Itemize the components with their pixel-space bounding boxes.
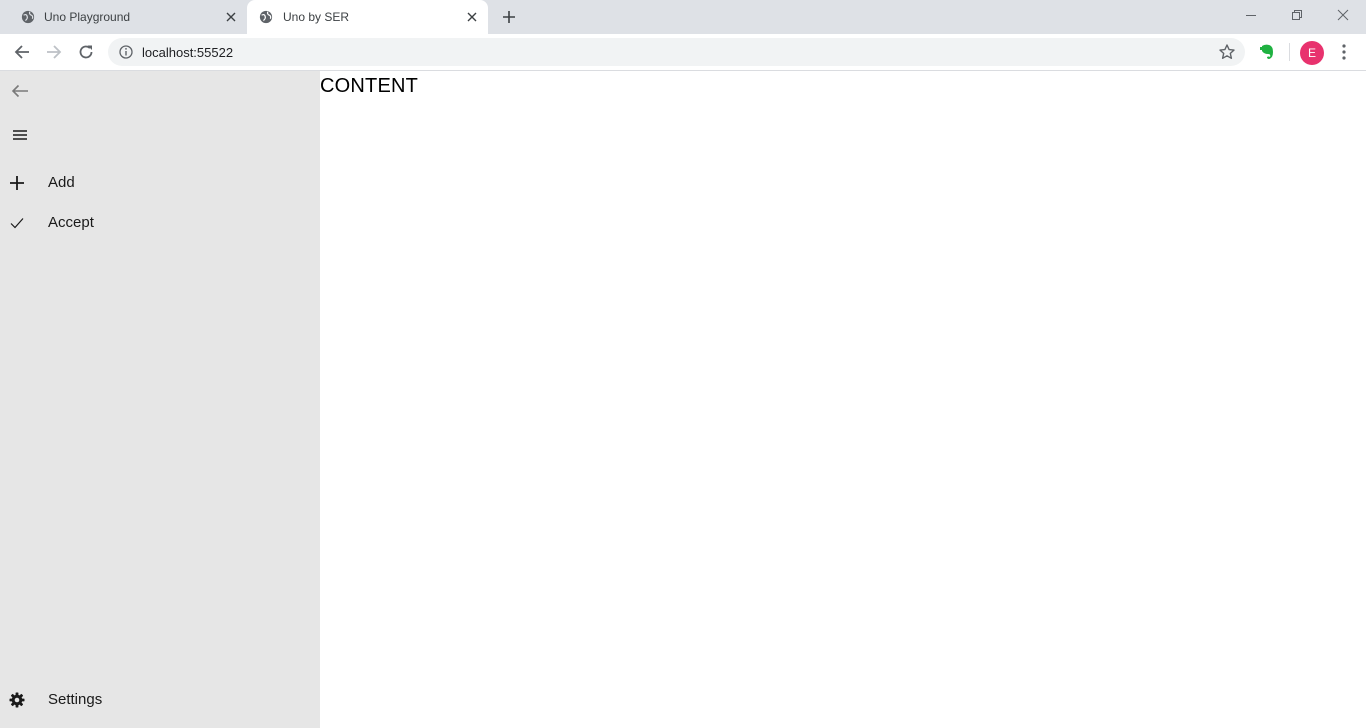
hamburger-icon (13, 130, 27, 140)
globe-icon (21, 10, 35, 24)
reload-icon (79, 45, 93, 59)
checkmark-icon (8, 214, 26, 232)
restore-button[interactable] (1274, 0, 1320, 30)
bookmark-star-icon[interactable] (1218, 43, 1236, 61)
tab-strip: Uno Playground Uno by SER (0, 0, 1366, 34)
browser-back-button[interactable] (10, 40, 34, 64)
tab-uno-playground[interactable]: Uno Playground (8, 0, 247, 34)
close-icon[interactable] (464, 9, 480, 25)
evernote-extension-icon[interactable] (1257, 42, 1277, 62)
window-close-button[interactable] (1320, 0, 1366, 30)
tab-title: Uno by SER (283, 10, 350, 24)
nav-item-settings[interactable]: Settings (0, 680, 320, 720)
close-icon (1337, 9, 1349, 21)
restore-icon (1292, 10, 1302, 20)
arrow-left-icon (14, 45, 29, 59)
info-icon[interactable] (119, 45, 133, 59)
tab-title: Uno Playground (44, 10, 131, 24)
nav-item-label: Settings (48, 691, 103, 708)
more-vertical-icon (1342, 44, 1346, 60)
plus-icon (503, 11, 515, 23)
nav-item-label: Add (48, 174, 75, 191)
globe-icon (259, 10, 273, 24)
nav-item-label: Accept (48, 214, 94, 231)
new-tab-button[interactable] (499, 7, 519, 27)
avatar-initial: E (1307, 46, 1316, 60)
tab-uno-by-ser[interactable]: Uno by SER (247, 0, 488, 34)
browser-menu-button[interactable] (1334, 42, 1354, 62)
url-text: localhost:55522 (142, 45, 234, 60)
arrow-right-icon (47, 45, 62, 59)
hamburger-menu-button[interactable] (0, 115, 40, 155)
app-root: Add Accept Settings CONTENT (0, 71, 1366, 728)
minimize-icon (1246, 15, 1256, 16)
profile-avatar[interactable]: E (1300, 41, 1324, 65)
navigation-pane: Add Accept Settings (0, 71, 320, 728)
minimize-button[interactable] (1228, 0, 1274, 30)
pane-back-button[interactable] (0, 71, 40, 111)
browser-forward-button[interactable] (42, 40, 66, 64)
nav-item-add[interactable]: Add (0, 163, 320, 203)
browser-toolbar: localhost:55522 E (0, 34, 1366, 70)
close-icon[interactable] (223, 9, 239, 25)
content-text: CONTENT (320, 75, 419, 97)
gear-icon (8, 691, 26, 709)
plus-icon (8, 174, 26, 192)
toolbar-divider (1289, 43, 1290, 61)
reload-button[interactable] (74, 40, 98, 64)
content-area: CONTENT (320, 71, 1366, 728)
nav-item-accept[interactable]: Accept (0, 203, 320, 243)
address-bar[interactable]: localhost:55522 (108, 38, 1245, 66)
arrow-left-icon (11, 84, 28, 98)
